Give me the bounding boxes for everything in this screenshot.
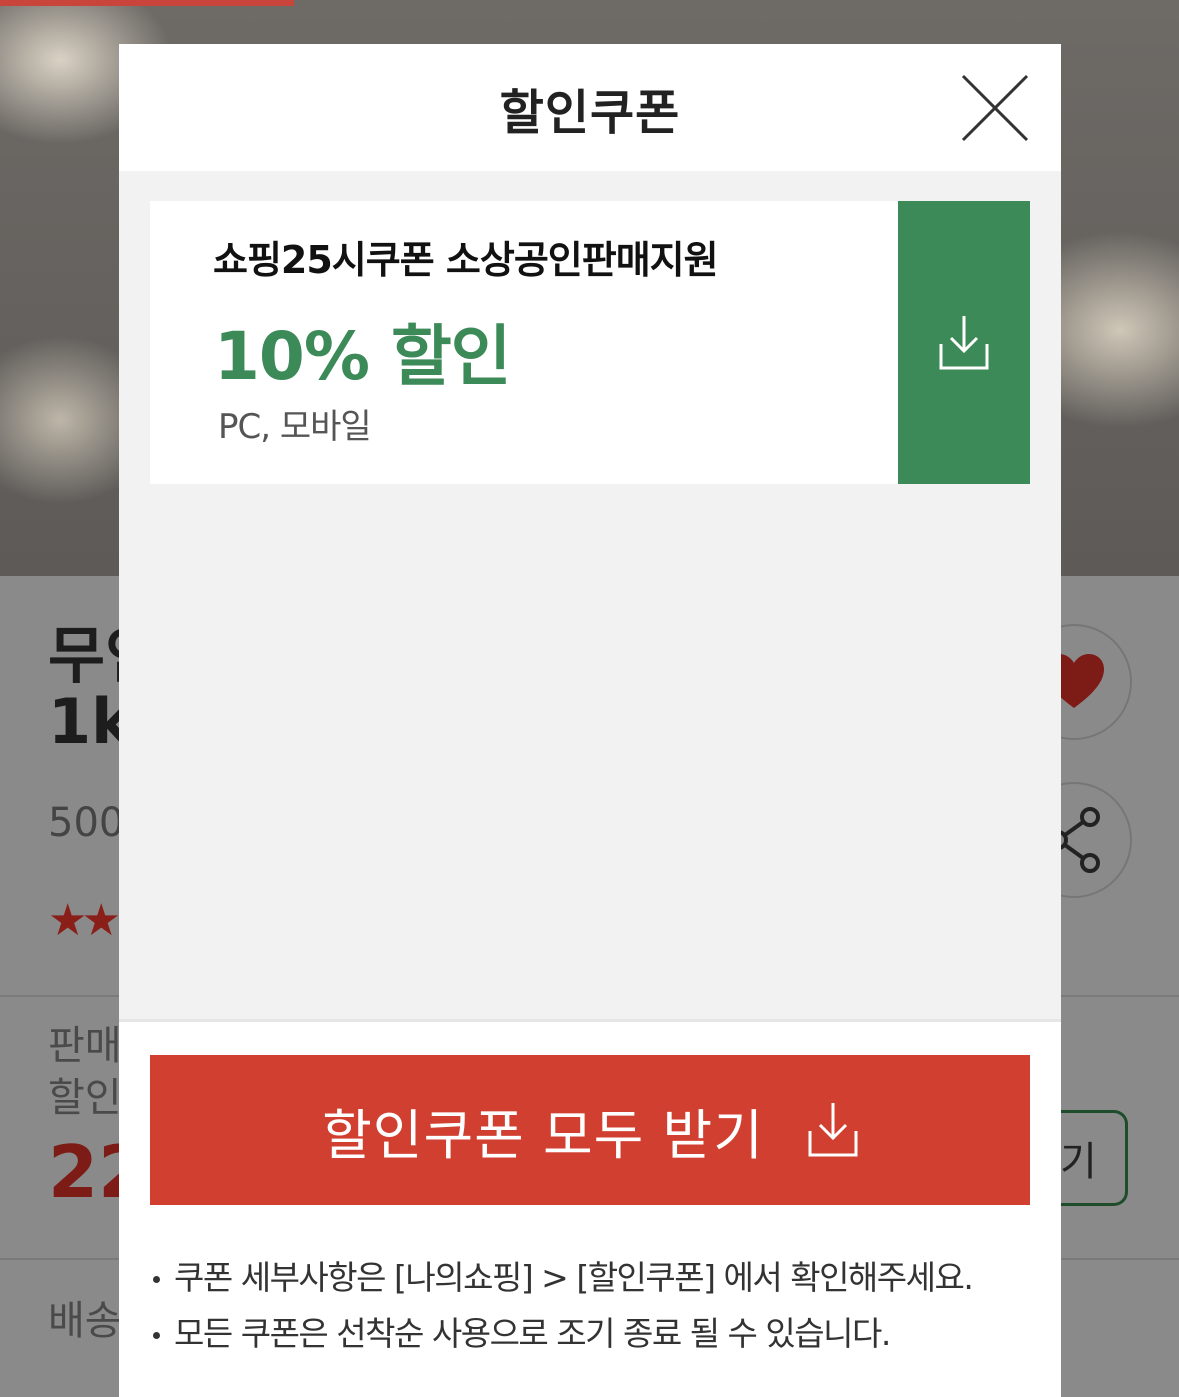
coupon-details: 쇼핑25시쿠폰 소상공인판매지원 10% 할인 PC, 모바일 <box>150 201 898 484</box>
download-all-label: 할인쿠폰 모두 받기 <box>322 1103 764 1167</box>
close-button[interactable] <box>961 74 1029 142</box>
partial-button-label: 기 <box>1060 1139 1097 1185</box>
download-icon <box>808 1103 858 1157</box>
coupon-download-button[interactable] <box>898 201 1030 484</box>
close-icon <box>961 74 1029 142</box>
coupon-discount: 10% 할인 <box>214 318 511 395</box>
discount-label: 할인 <box>48 1075 122 1121</box>
bullet-icon <box>153 1275 160 1283</box>
download-icon <box>939 315 989 369</box>
progress-strip <box>0 0 294 6</box>
download-all-coupons-button[interactable]: 할인쿠폰 모두 받기 <box>150 1055 1030 1205</box>
coupon-notes: 쿠폰 세부사항은 [나의쇼핑] > [할인쿠폰] 에서 확인해주세요. 모든 쿠… <box>153 1247 1033 1359</box>
note-item: 모든 쿠폰은 선착순 사용으로 조기 종료 될 수 있습니다. <box>153 1303 1033 1359</box>
note-text: 쿠폰 세부사항은 [나의쇼핑] > [할인쿠폰] 에서 확인해주세요. <box>174 1258 974 1297</box>
modal-title: 할인쿠폰 <box>499 84 681 141</box>
seller-label: 판매 <box>48 1023 122 1069</box>
rating-stars: ★★ <box>48 895 121 946</box>
bullet-icon <box>153 1331 160 1339</box>
shipping-label: 배송 <box>48 1298 122 1344</box>
note-item: 쿠폰 세부사항은 [나의쇼핑] > [할인쿠폰] 에서 확인해주세요. <box>153 1247 1033 1303</box>
modal-footer: 할인쿠폰 모두 받기 쿠폰 세부사항은 [나의쇼핑] > [할인쿠폰] 에서 확… <box>119 1019 1061 1397</box>
coupon-modal: 할인쿠폰 쇼핑25시쿠폰 소상공인판매지원 10% 할인 PC, 모바일 할인쿠… <box>119 44 1061 1397</box>
coupon-card: 쇼핑25시쿠폰 소상공인판매지원 10% 할인 PC, 모바일 <box>150 201 1030 484</box>
coupon-name: 쇼핑25시쿠폰 소상공인판매지원 <box>213 238 719 282</box>
coupon-platform: PC, 모바일 <box>218 407 372 447</box>
note-text: 모든 쿠폰은 선착순 사용으로 조기 종료 될 수 있습니다. <box>174 1314 891 1353</box>
modal-header: 할인쿠폰 <box>119 44 1061 171</box>
